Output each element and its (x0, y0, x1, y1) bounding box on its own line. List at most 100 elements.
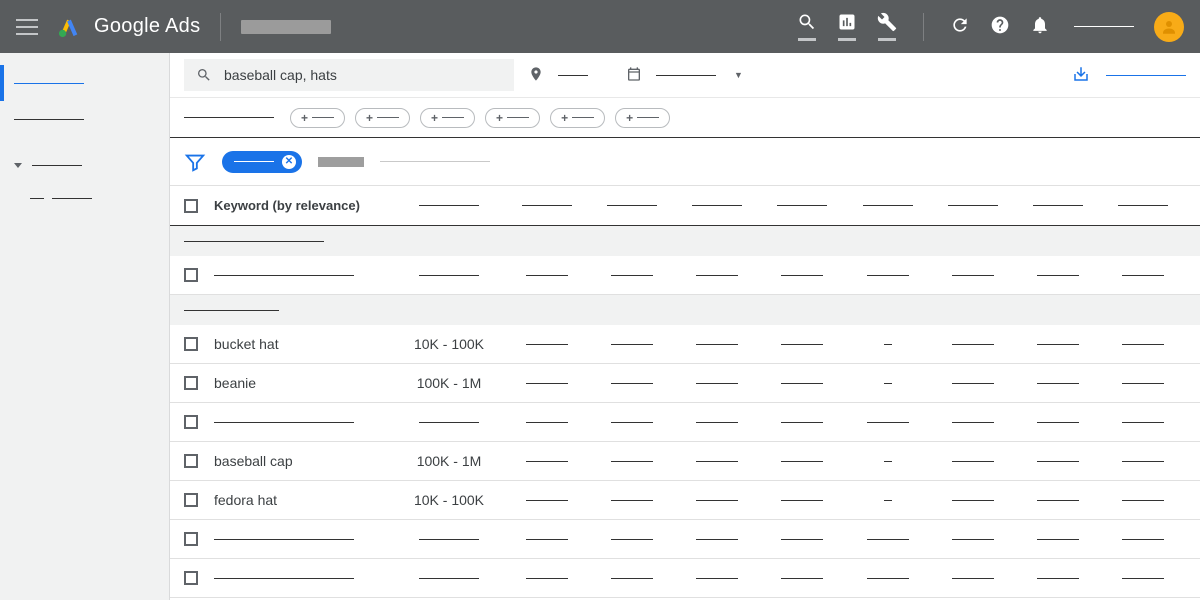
data-cell (1101, 344, 1186, 345)
filter-label (318, 157, 364, 167)
keyword-cell (214, 539, 394, 540)
add-chip[interactable]: + (355, 108, 410, 128)
data-cell (589, 383, 674, 384)
sidebar-sub-item[interactable] (0, 183, 169, 213)
dropdown-caret-icon[interactable]: ▼ (734, 70, 743, 80)
refine-chips: + + + + + + (170, 98, 1200, 138)
data-cell (845, 539, 930, 540)
search-input[interactable] (224, 67, 502, 83)
data-cell (589, 578, 674, 579)
add-chip[interactable]: + (550, 108, 605, 128)
col-header[interactable] (930, 205, 1015, 206)
row-checkbox[interactable] (184, 337, 198, 351)
add-chip[interactable]: + (615, 108, 670, 128)
row-checkbox[interactable] (184, 415, 198, 429)
location-value[interactable] (558, 75, 588, 76)
data-cell (760, 539, 845, 540)
table-row (170, 520, 1200, 559)
col-header[interactable] (675, 205, 760, 206)
keyword-cell: bucket hat (214, 336, 394, 352)
main-content: ▼ + + + + + + ✕ (170, 53, 1200, 600)
data-cell (845, 461, 930, 462)
data-cell (760, 344, 845, 345)
data-cell (1016, 539, 1101, 540)
col-header[interactable] (589, 205, 674, 206)
keyword-cell: fedora hat (214, 492, 394, 508)
header-link[interactable] (1074, 26, 1134, 27)
date-value[interactable] (656, 75, 716, 76)
row-checkbox[interactable] (184, 454, 198, 468)
action-link[interactable] (1106, 75, 1186, 76)
data-cell (675, 500, 760, 501)
google-ads-logo-icon (58, 16, 80, 38)
data-cell (845, 422, 930, 423)
select-all-checkbox[interactable] (184, 199, 198, 213)
table-header: Keyword (by relevance) (170, 186, 1200, 226)
user-avatar[interactable] (1154, 12, 1184, 42)
menu-icon[interactable] (16, 19, 38, 35)
keyword-cell (214, 422, 394, 423)
notifications-icon[interactable] (1030, 15, 1050, 38)
data-cell (675, 461, 760, 462)
data-cell (930, 500, 1015, 501)
sidebar (0, 53, 170, 600)
data-cell (504, 461, 589, 462)
add-chip[interactable]: + (485, 108, 540, 128)
reports-icon[interactable] (837, 12, 857, 41)
row-checkbox[interactable] (184, 268, 198, 282)
col-header[interactable] (504, 205, 589, 206)
add-chip[interactable]: + (420, 108, 475, 128)
remove-filter-icon[interactable]: ✕ (282, 155, 296, 169)
row-checkbox[interactable] (184, 532, 198, 546)
row-checkbox[interactable] (184, 571, 198, 585)
download-icon[interactable] (1072, 65, 1090, 86)
row-checkbox[interactable] (184, 376, 198, 390)
data-cell (589, 500, 674, 501)
data-cell (845, 383, 930, 384)
tools-icon[interactable] (877, 12, 897, 41)
volume-cell: 100K - 1M (394, 453, 504, 469)
data-cell (760, 383, 845, 384)
table-row: fedora hat10K - 100K (170, 481, 1200, 520)
col-header[interactable] (1016, 205, 1101, 206)
search-icon (196, 67, 212, 83)
data-cell (504, 578, 589, 579)
data-cell (589, 539, 674, 540)
help-icon[interactable] (990, 15, 1010, 38)
table-row (170, 559, 1200, 598)
data-cell (930, 539, 1015, 540)
table-row (170, 403, 1200, 442)
sidebar-item-active[interactable] (0, 65, 169, 101)
data-cell (845, 344, 930, 345)
filter-bar: ✕ (170, 138, 1200, 186)
location-icon[interactable] (528, 66, 544, 85)
data-cell (930, 422, 1015, 423)
calendar-icon[interactable] (626, 66, 642, 85)
col-header[interactable] (845, 205, 930, 206)
sidebar-item[interactable] (0, 101, 169, 137)
volume-cell (394, 422, 504, 423)
col-header[interactable] (1101, 205, 1186, 206)
chips-label (184, 117, 274, 118)
data-cell (760, 461, 845, 462)
data-cell (1101, 578, 1186, 579)
volume-cell: 10K - 100K (394, 336, 504, 352)
keyword-search[interactable] (184, 59, 514, 91)
data-cell (930, 578, 1015, 579)
col-keyword[interactable]: Keyword (by relevance) (214, 198, 394, 213)
data-cell (1016, 500, 1101, 501)
data-cell (589, 461, 674, 462)
filter-icon[interactable] (184, 151, 206, 173)
col-header[interactable] (760, 205, 845, 206)
row-checkbox[interactable] (184, 493, 198, 507)
search-tool-icon[interactable] (797, 12, 817, 41)
refresh-icon[interactable] (950, 15, 970, 38)
data-cell (504, 539, 589, 540)
sidebar-item-expandable[interactable] (0, 147, 169, 183)
data-cell (1101, 422, 1186, 423)
account-placeholder[interactable] (241, 20, 331, 34)
active-filter-pill[interactable]: ✕ (222, 151, 302, 173)
add-chip[interactable]: + (290, 108, 345, 128)
data-cell (1016, 383, 1101, 384)
logo[interactable]: Google Ads (58, 15, 200, 38)
